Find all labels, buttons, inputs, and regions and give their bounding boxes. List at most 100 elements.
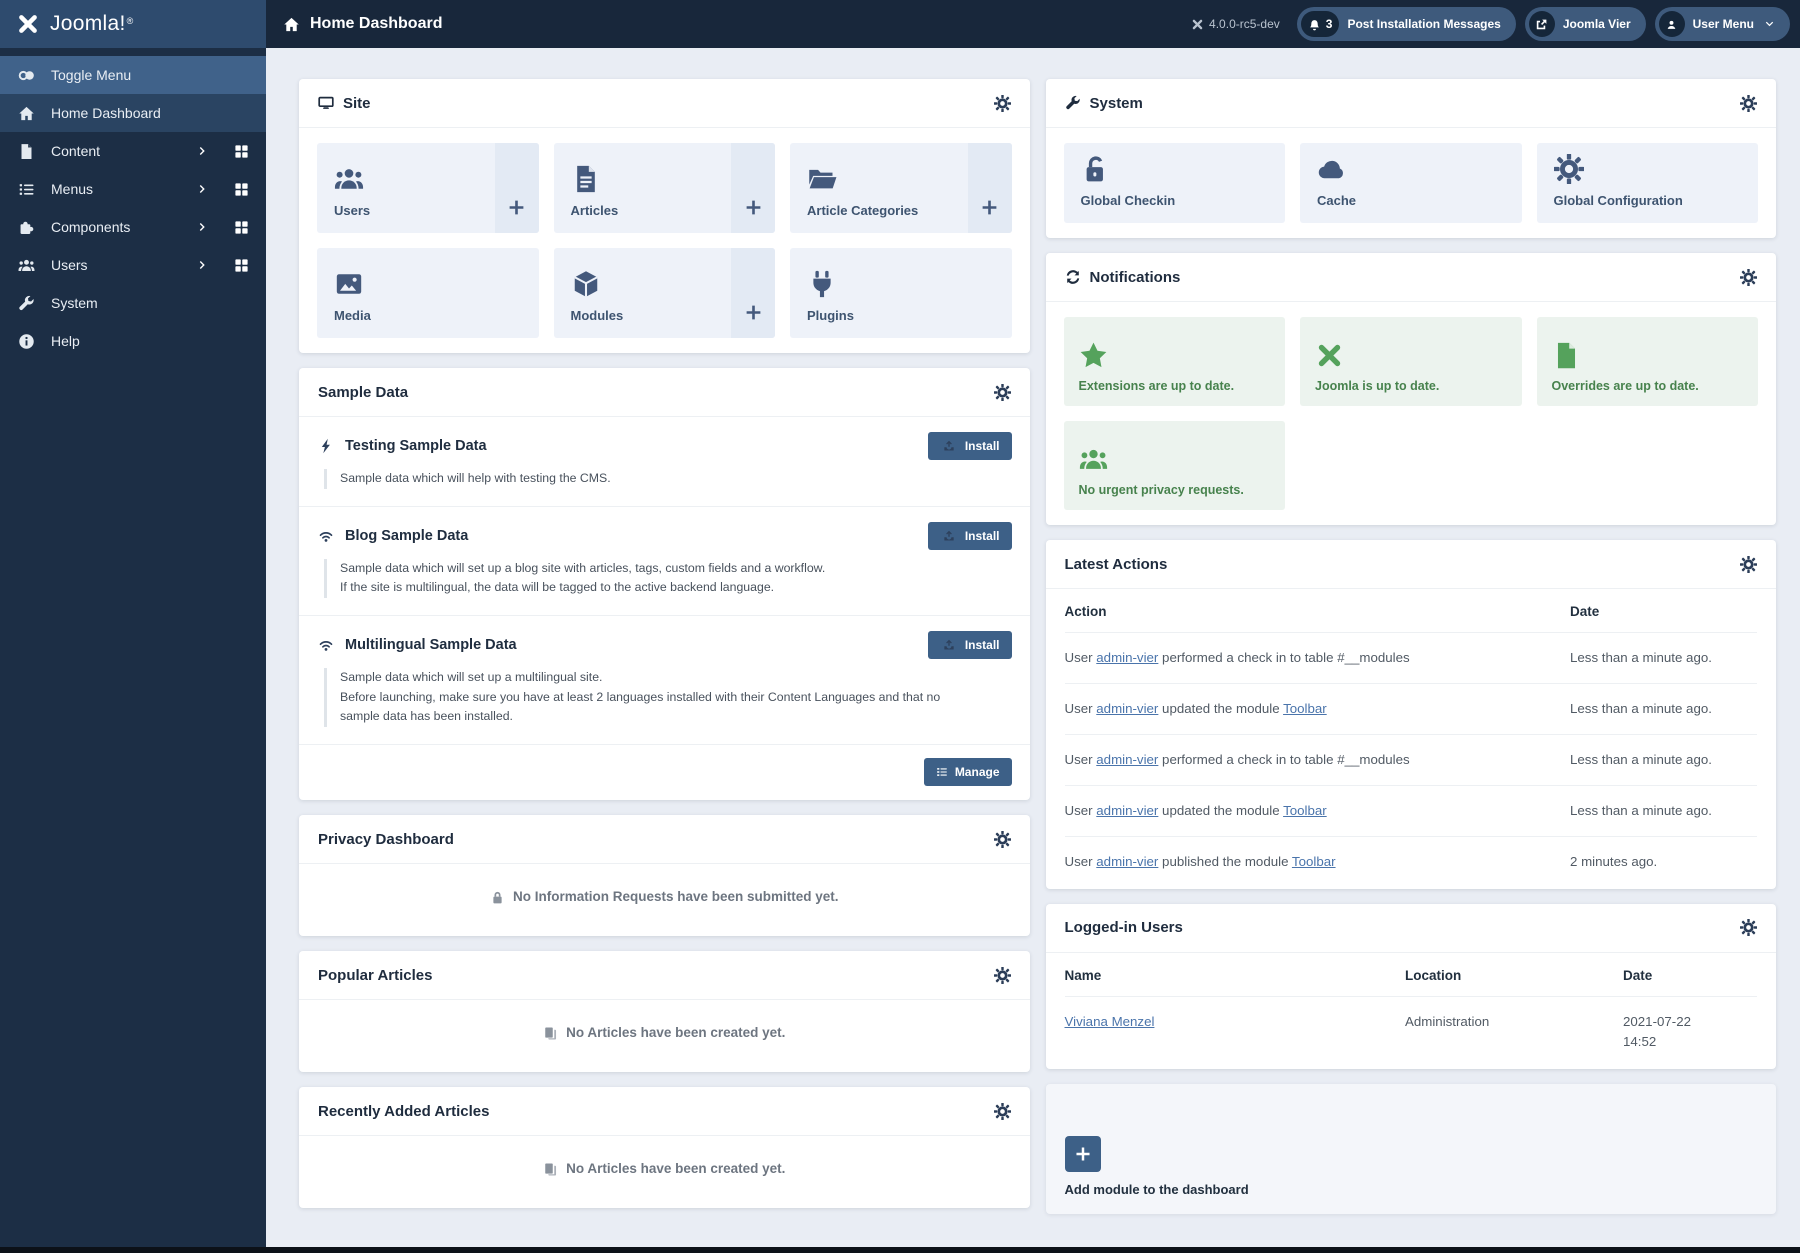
gear-icon[interactable]: [993, 383, 1011, 401]
site-tile-plugins[interactable]: Plugins: [790, 248, 1012, 338]
sidebar-item-components[interactable]: Components: [0, 208, 266, 246]
sidebar-item-toggle-menu[interactable]: Toggle Menu: [0, 56, 266, 94]
user-menu-button[interactable]: User Menu: [1654, 7, 1790, 41]
monitor-icon: [318, 95, 334, 111]
post-installation-messages-button[interactable]: 3 Post Installation Messages: [1296, 7, 1516, 41]
add-article-button[interactable]: [731, 143, 775, 233]
sample-data-title: Testing Sample Data: [345, 438, 487, 454]
install-button[interactable]: Install: [927, 432, 1012, 460]
module-link[interactable]: Toolbar: [1292, 854, 1336, 869]
module-link[interactable]: Toolbar: [1283, 701, 1327, 716]
recent-articles-header: Recently Added Articles: [299, 1087, 1030, 1137]
plus-icon: [507, 198, 526, 217]
sidebar-item-help[interactable]: Help: [0, 322, 266, 360]
user-link[interactable]: Viviana Menzel: [1065, 1014, 1155, 1029]
table-row: Viviana Menzel Administration 2021-07-22…: [1064, 995, 1757, 1067]
users-icon: [334, 164, 364, 194]
notification-overrides[interactable]: Overrides are up to date.: [1536, 317, 1758, 406]
latest-actions-table: Action Date User admin-vier performed a …: [1046, 589, 1777, 889]
tile-label: Overrides are up to date.: [1551, 379, 1699, 393]
site-tile-article-categories[interactable]: Article Categories: [790, 143, 1012, 233]
date-cell: Less than a minute ago.: [1570, 650, 1712, 665]
gear-icon[interactable]: [993, 966, 1011, 984]
puzzle-icon: [17, 219, 36, 236]
gear-icon[interactable]: [1740, 94, 1757, 112]
panel-title: Latest Actions: [1064, 555, 1168, 573]
grid-dashboard-icon[interactable]: [234, 144, 249, 159]
site-tile-articles[interactable]: Articles: [553, 143, 775, 233]
table-header: Name Location Date: [1065, 953, 1758, 996]
tile-label: Plugins: [807, 308, 854, 324]
site-tile-modules[interactable]: Modules: [553, 248, 775, 338]
star-icon: [1079, 341, 1108, 370]
privacy-empty-state: No Information Requests have been submit…: [299, 864, 1030, 936]
user-link[interactable]: admin-vier: [1096, 650, 1158, 665]
install-button[interactable]: Install: [927, 631, 1012, 660]
system-tile-global-configuration[interactable]: Global Configuration: [1536, 143, 1758, 223]
manage-button[interactable]: Manage: [923, 758, 1012, 787]
cloud-icon: [1317, 154, 1347, 184]
sidebar-item-users[interactable]: Users: [0, 246, 266, 284]
logged-in-users-panel: Logged-in Users Name Location Date Vivia…: [1045, 903, 1777, 1069]
notification-privacy[interactable]: No urgent privacy requests.: [1063, 421, 1285, 510]
sidebar-item-home-dashboard[interactable]: Home Dashboard: [0, 94, 266, 132]
gear-icon[interactable]: [993, 830, 1011, 848]
site-tile-media[interactable]: Media: [317, 248, 539, 338]
user-link[interactable]: admin-vier: [1096, 752, 1158, 767]
user-icon: [1665, 18, 1678, 31]
wrench-icon: [1065, 95, 1081, 111]
user-link[interactable]: admin-vier: [1096, 803, 1158, 818]
add-category-button[interactable]: [967, 143, 1012, 233]
file-icon: [17, 143, 36, 160]
notification-extensions[interactable]: Extensions are up to date.: [1063, 317, 1285, 406]
add-module-button[interactable]: [731, 248, 775, 338]
sidebar: Toggle Menu Home Dashboard Content Menus…: [0, 48, 266, 1247]
gear-icon[interactable]: [993, 1102, 1011, 1120]
sync-icon: [1065, 269, 1081, 285]
sidebar-item-label: Components: [51, 219, 131, 235]
right-column: System Global Checkin Cache Global Confi…: [1045, 79, 1777, 1214]
sample-data-title: Multilingual Sample Data: [345, 637, 517, 654]
logo-wordmark: Joomla!®: [50, 12, 134, 35]
upload-icon: [940, 440, 958, 452]
system-tile-cache[interactable]: Cache: [1300, 143, 1522, 223]
system-panel: System Global Checkin Cache Global Confi…: [1045, 79, 1776, 238]
grid-dashboard-icon[interactable]: [234, 220, 249, 235]
preview-site-button[interactable]: Joomla Vier: [1524, 7, 1646, 41]
user-link[interactable]: admin-vier: [1096, 854, 1158, 869]
grid-dashboard-icon[interactable]: [234, 258, 249, 273]
recent-articles-empty-state: No Articles have been created yet.: [299, 1136, 1030, 1208]
sample-data-description: Sample data which will set up a blog sit…: [324, 558, 944, 599]
sidebar-item-content[interactable]: Content: [0, 132, 266, 170]
sidebar-item-menus[interactable]: Menus: [0, 170, 266, 208]
install-button[interactable]: Install: [927, 521, 1012, 550]
gear-icon[interactable]: [1740, 555, 1757, 573]
left-column: Site Users Articles Article Categories M…: [299, 79, 1030, 1214]
module-link[interactable]: Toolbar: [1283, 803, 1327, 818]
privacy-dashboard-header: Privacy Dashboard: [299, 815, 1030, 865]
add-module-to-dashboard-button[interactable]: [1064, 1135, 1101, 1172]
home-icon: [17, 105, 36, 122]
users-icon: [1079, 445, 1108, 474]
site-tile-users[interactable]: Users: [317, 143, 539, 233]
add-user-button[interactable]: [494, 143, 539, 233]
grid-dashboard-icon[interactable]: [234, 182, 249, 197]
user-link[interactable]: admin-vier: [1096, 701, 1158, 716]
panel-title: Notifications: [1089, 268, 1181, 286]
add-module-card: Add module to the dashboard: [1045, 1083, 1776, 1214]
gear-icon[interactable]: [1740, 919, 1757, 937]
gear-icon[interactable]: [993, 94, 1011, 112]
notification-joomla[interactable]: Joomla is up to date.: [1300, 317, 1522, 406]
logged-in-users-table: Name Location Date Viviana Menzel Admini…: [1046, 953, 1777, 1069]
gear-icon[interactable]: [1740, 268, 1757, 286]
site-tiles: Users Articles Article Categories Media: [299, 128, 1030, 353]
sample-data-panel: Sample Data Testing Sample Data Install …: [299, 368, 1030, 801]
chevron-right-icon: [197, 259, 209, 271]
sidebar-item-system[interactable]: System: [0, 284, 266, 322]
sample-data-item-testing: Testing Sample Data Install Sample data …: [299, 417, 1030, 507]
table-row: User admin-vier performed a check in to …: [1064, 733, 1757, 785]
sample-data-title: Blog Sample Data: [345, 527, 469, 544]
popular-articles-panel: Popular Articles No Articles have been c…: [299, 951, 1030, 1073]
app-logo[interactable]: Joomla!®: [0, 0, 266, 48]
system-tile-global-checkin[interactable]: Global Checkin: [1063, 143, 1285, 223]
